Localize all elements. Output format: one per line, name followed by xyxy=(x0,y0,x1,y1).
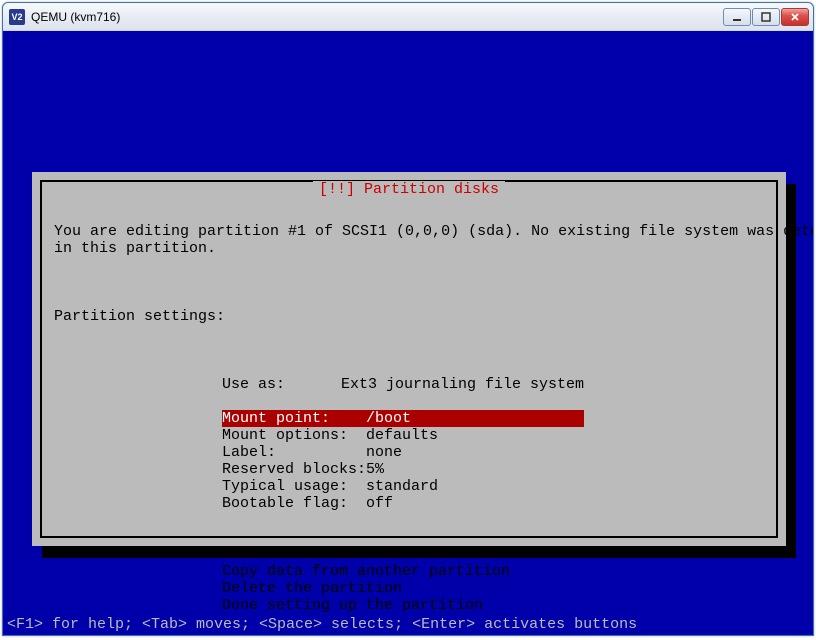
setting-row[interactable]: Mount point:/boot xyxy=(222,410,584,427)
setting-label: Mount point: xyxy=(222,410,366,427)
setting-value: defaults xyxy=(366,427,584,444)
settings-heading: Partition settings: xyxy=(54,308,764,325)
titlebar[interactable]: V2 QEMU (kvm716) xyxy=(3,3,813,31)
window-title: QEMU (kvm716) xyxy=(31,10,723,24)
setting-label: Typical usage: xyxy=(222,478,366,495)
action-item[interactable]: Done setting up the partition xyxy=(222,597,764,614)
setting-value: none xyxy=(366,444,584,461)
console-area: [!!] Partition disks You are editing par… xyxy=(3,31,813,635)
setting-row[interactable]: Bootable flag:off xyxy=(222,495,584,512)
setting-label: Bootable flag: xyxy=(222,495,366,512)
window-controls xyxy=(723,8,809,26)
setting-value: off xyxy=(366,495,584,512)
setting-label: Use as: xyxy=(222,376,341,393)
intro-text-line1: You are editing partition #1 of SCSI1 (0… xyxy=(54,223,764,240)
minimize-button[interactable] xyxy=(723,8,751,26)
action-item[interactable]: Copy data from another partition xyxy=(222,563,764,580)
settings-list: Use as:Ext3 journaling file system Mount … xyxy=(54,376,764,512)
setting-row[interactable]: Typical usage:standard xyxy=(222,478,584,495)
setting-label: Label: xyxy=(222,444,366,461)
setting-row[interactable]: Use as:Ext3 journaling file system xyxy=(222,376,584,393)
actions-list: Copy data from another partitionDelete t… xyxy=(54,563,764,614)
application-window: V2 QEMU (kvm716) [!!] Partition disks Yo… xyxy=(2,2,814,636)
setting-row[interactable]: Mount options:defaults xyxy=(222,427,584,444)
setting-value: standard xyxy=(366,478,584,495)
close-button[interactable] xyxy=(781,8,809,26)
setting-label: Mount options: xyxy=(222,427,366,444)
setting-label: Reserved blocks: xyxy=(222,461,366,478)
setting-value: /boot xyxy=(366,410,584,427)
app-icon: V2 xyxy=(9,9,25,25)
intro-text-line2: in this partition. xyxy=(54,240,764,257)
maximize-button[interactable] xyxy=(752,8,780,26)
partition-dialog: [!!] Partition disks You are editing par… xyxy=(32,172,786,546)
setting-row[interactable]: Reserved blocks:5% xyxy=(222,461,584,478)
dialog-title: [!!] Partition disks xyxy=(313,181,505,198)
dialog-frame: [!!] Partition disks You are editing par… xyxy=(40,180,778,538)
action-item[interactable]: Delete the partition xyxy=(222,580,764,597)
setting-value: 5% xyxy=(366,461,584,478)
help-bar: <F1> for help; <Tab> moves; <Space> sele… xyxy=(3,614,813,635)
setting-row[interactable]: Label:none xyxy=(222,444,584,461)
setting-value: Ext3 journaling file system xyxy=(341,376,584,393)
dialog-body: You are editing partition #1 of SCSI1 (0… xyxy=(42,182,776,635)
